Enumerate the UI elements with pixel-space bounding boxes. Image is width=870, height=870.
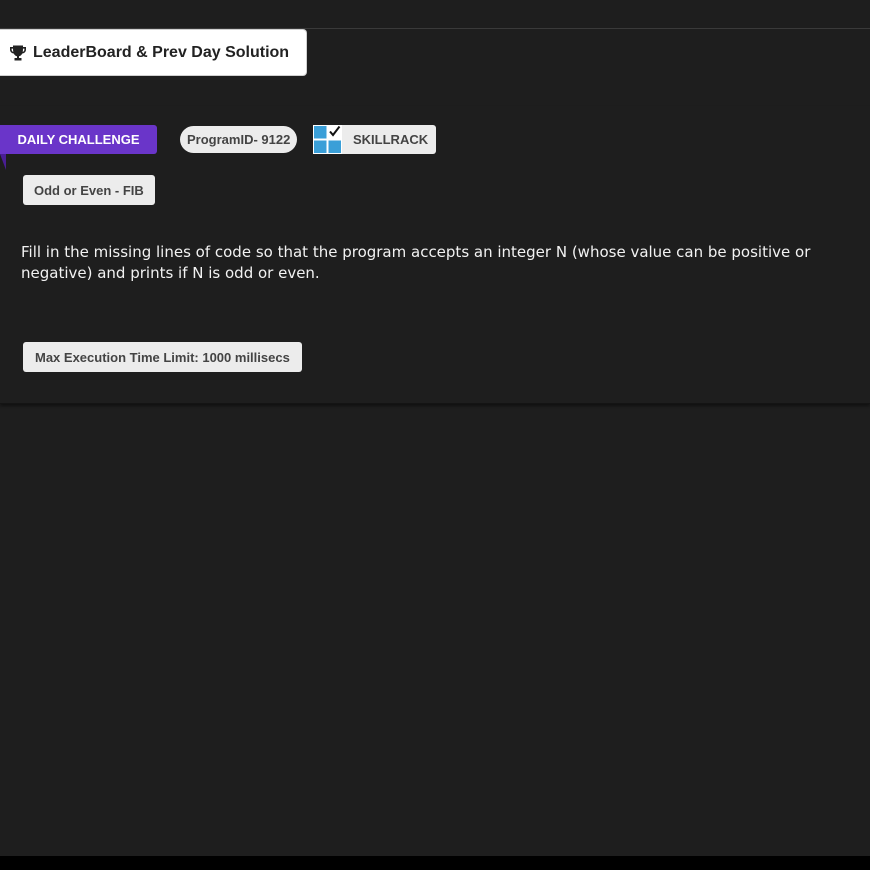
problem-description: Fill in the missing lines of code so tha… bbox=[21, 243, 811, 282]
page: LeaderBoard & Prev Day Solution DAILY CH… bbox=[0, 0, 870, 870]
leaderboard-label: LeaderBoard & Prev Day Solution bbox=[33, 43, 290, 61]
trophy-icon bbox=[9, 44, 27, 62]
bottom-bar bbox=[0, 856, 870, 870]
program-id-badge: ProgramID- 9122 bbox=[180, 126, 298, 153]
problem-title: Odd or Even - FIB bbox=[23, 175, 155, 205]
ribbon-fold bbox=[0, 154, 6, 170]
top-bar bbox=[0, 0, 870, 29]
leaderboard-button[interactable]: LeaderBoard & Prev Day Solution bbox=[0, 29, 307, 76]
challenge-card: DAILY CHALLENGE ProgramID- 9122 SKILLRAC… bbox=[0, 106, 870, 404]
skillrack-badge[interactable]: SKILLRACK bbox=[313, 125, 436, 154]
skillrack-logo-icon bbox=[313, 125, 342, 154]
time-limit-badge: Max Execution Time Limit: 1000 millisecs bbox=[23, 342, 302, 372]
skillrack-label: SKILLRACK bbox=[353, 132, 429, 147]
daily-challenge-ribbon: DAILY CHALLENGE bbox=[0, 125, 157, 154]
